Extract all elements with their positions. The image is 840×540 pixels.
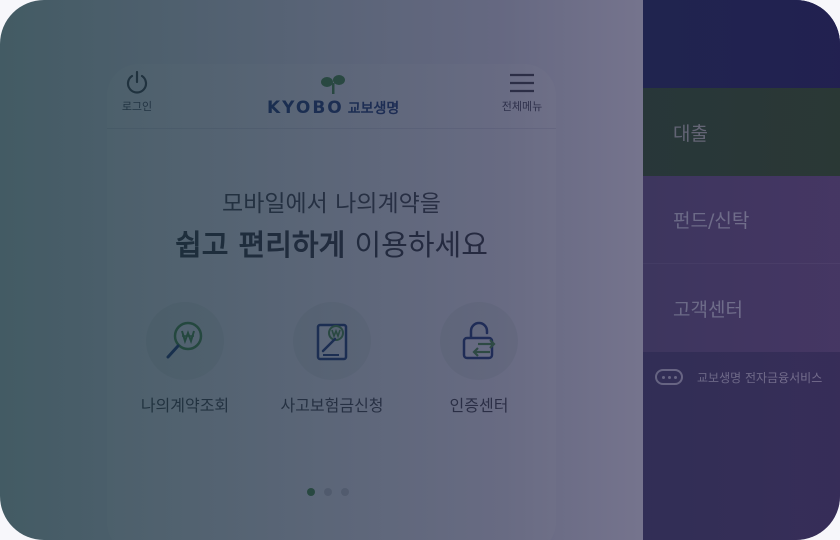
full-menu-label: 전체메뉴 (501, 100, 543, 113)
hero-line-2: 쉽고 편리하게 이용하세요 (107, 222, 556, 264)
pager-dot[interactable] (341, 488, 349, 496)
pager-dot[interactable] (324, 488, 332, 496)
side-menu-item-label: 대출 (673, 122, 708, 145)
phone-mockup: 로그인 KYOBO 교보생명 전체메뉴 모바일에서 나의계약을 쉽고 편리하게 … (107, 64, 556, 540)
side-menu-panel: 대출 펀드/신탁 고객센터 교보생명 전자금융서비스 (643, 0, 840, 540)
hero-line-2-bold: 쉽고 편리하게 (175, 228, 346, 262)
e-finance-link[interactable]: 교보생명 전자금융서비스 (643, 352, 840, 402)
full-menu-button[interactable]: 전체메뉴 (498, 70, 546, 114)
app-header: 로그인 KYOBO 교보생명 전체메뉴 (107, 64, 556, 129)
quick-menu-icon-circle (293, 302, 371, 380)
power-icon (126, 70, 148, 94)
quick-menu-icon-circle (146, 302, 224, 380)
unlock-icon (462, 321, 496, 360)
e-finance-label: 교보생명 전자금융서비스 (697, 370, 823, 385)
logo-korean-text: 교보생명 (347, 101, 400, 117)
quick-menu-label: 사고보험금신청 (280, 396, 384, 415)
carousel-pager (307, 488, 349, 496)
hamburger-icon (510, 73, 534, 93)
logo-text: KYOBO (267, 98, 344, 118)
hero-line-1: 모바일에서 나의계약을 (222, 191, 441, 217)
login-label: 로그인 (121, 100, 153, 113)
quick-menu-cert-center[interactable]: 인증센터 (419, 302, 539, 416)
side-menu-item-label: 펀드/신탁 (673, 210, 750, 232)
search-won-icon (166, 321, 203, 359)
document-won-icon (316, 323, 348, 361)
more-dots-icon (655, 369, 683, 385)
quick-menu-label: 나의계약조회 (140, 396, 230, 415)
login-button[interactable]: 로그인 (117, 70, 157, 114)
kyobo-logo[interactable]: KYOBO 교보생명 (267, 74, 399, 118)
quick-menu-accident-claim[interactable]: 사고보험금신청 (272, 302, 392, 416)
side-menu-item-loan[interactable]: 대출 (643, 88, 840, 176)
quick-menu-label: 인증센터 (449, 396, 509, 415)
hero-line-2-rest: 이용하세요 (345, 228, 488, 262)
side-menu-item-label: 고객센터 (673, 298, 743, 321)
pager-dot-active[interactable] (307, 488, 315, 496)
side-menu-item-customer-center[interactable]: 고객센터 (643, 264, 840, 352)
side-menu-top-block (643, 0, 840, 88)
side-menu-item-fund-trust[interactable]: 펀드/신탁 (643, 176, 840, 264)
quick-menu-my-contract[interactable]: 나의계약조회 (125, 302, 245, 416)
quick-menu-icon-circle (440, 302, 518, 380)
hero-text: 모바일에서 나의계약을 쉽고 편리하게 이용하세요 (107, 184, 556, 264)
screen: 대출 펀드/신탁 고객센터 교보생명 전자금융서비스 로그인 KYOBO 교보생… (0, 0, 840, 540)
sprout-logo-icon (321, 75, 345, 94)
